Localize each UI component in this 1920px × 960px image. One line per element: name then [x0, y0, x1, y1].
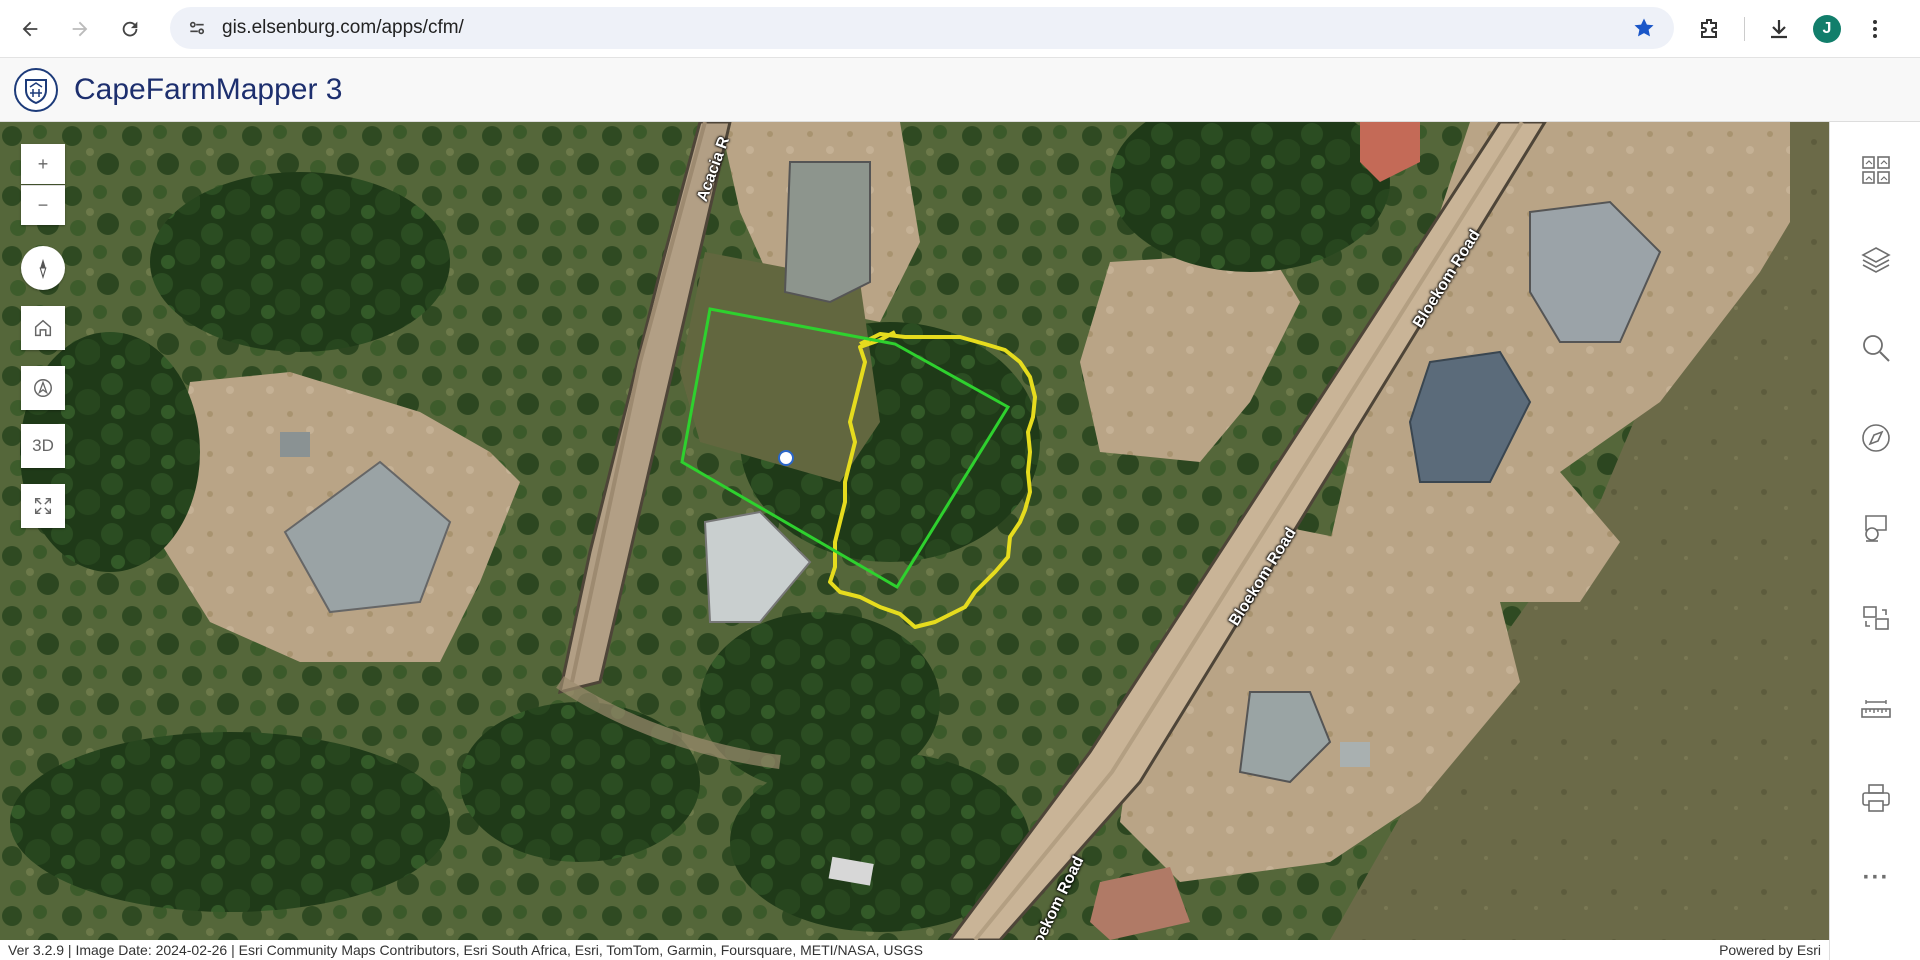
search-button[interactable] — [1856, 328, 1896, 368]
address-bar[interactable]: gis.elsenburg.com/apps/cfm/ — [170, 7, 1674, 49]
home-button[interactable] — [21, 306, 65, 350]
profile-avatar[interactable]: J — [1813, 15, 1841, 43]
app-title: CapeFarmMapper 3 — [74, 72, 343, 106]
coat-of-arms-logo — [14, 67, 58, 112]
fullscreen-button[interactable] — [21, 484, 65, 528]
url-text[interactable]: gis.elsenburg.com/apps/cfm/ — [222, 17, 464, 39]
reload-button[interactable] — [110, 9, 150, 49]
browser-toolbar: gis.elsenburg.com/apps/cfm/ J — [0, 0, 1920, 58]
search-icon — [1863, 335, 1890, 362]
map-attribution: Ver 3.2.9 | Image Date: 2024-02-26 | Esr… — [0, 940, 1829, 960]
locate-button[interactable] — [21, 366, 65, 410]
more-tools-button[interactable]: ··· — [1856, 858, 1896, 898]
forward-arrow-icon — [72, 21, 88, 36]
zoom-out-button[interactable]: − — [21, 185, 65, 225]
compass-icon — [1862, 424, 1890, 452]
analysis-tools-icon — [1863, 606, 1889, 630]
basemap-gallery-button[interactable] — [1856, 150, 1896, 190]
fullscreen-icon — [34, 497, 52, 515]
navigate-button[interactable] — [1856, 418, 1896, 458]
bookmark-star-icon[interactable] — [1632, 16, 1656, 40]
3d-view-button[interactable]: 3D — [21, 424, 65, 468]
extensions-icon[interactable] — [1690, 9, 1730, 49]
print-button[interactable] — [1856, 778, 1896, 818]
back-arrow-icon — [22, 21, 38, 36]
satellite-imagery — [0, 122, 1829, 940]
zoom-in-button[interactable]: + — [21, 144, 65, 184]
forward-button[interactable] — [60, 9, 100, 49]
home-icon — [34, 319, 52, 337]
analysis-button[interactable] — [1856, 598, 1896, 638]
app-header: CapeFarmMapper 3 — [0, 58, 1920, 122]
map-view[interactable]: Acacia R Bloekom Road Bloekom Road oekom… — [0, 122, 1829, 940]
location-point — [778, 450, 794, 466]
toolbar-separator — [1744, 17, 1745, 41]
identify-button[interactable] — [1856, 508, 1896, 548]
ruler-icon — [1861, 700, 1891, 718]
compass-needle-icon — [39, 258, 47, 279]
layers-icon — [1861, 247, 1891, 273]
download-icon[interactable] — [1759, 9, 1799, 49]
powered-by-text[interactable]: Powered by Esri — [1719, 942, 1821, 958]
compass-button[interactable] — [21, 246, 65, 290]
identify-chat-icon — [1865, 515, 1887, 542]
kebab-menu-icon[interactable] — [1855, 9, 1895, 49]
printer-icon — [1862, 784, 1890, 812]
measure-button[interactable] — [1856, 688, 1896, 728]
tool-side-panel: ··· — [1829, 122, 1920, 960]
site-info-icon[interactable] — [182, 13, 212, 43]
basemap-gallery-icon — [1862, 156, 1890, 184]
back-button[interactable] — [10, 9, 50, 49]
locate-icon — [34, 379, 52, 397]
reload-icon — [122, 21, 138, 36]
browser-actions: J — [1690, 9, 1909, 49]
attribution-text: Ver 3.2.9 | Image Date: 2024-02-26 | Esr… — [8, 942, 924, 958]
layers-button[interactable] — [1856, 239, 1896, 279]
